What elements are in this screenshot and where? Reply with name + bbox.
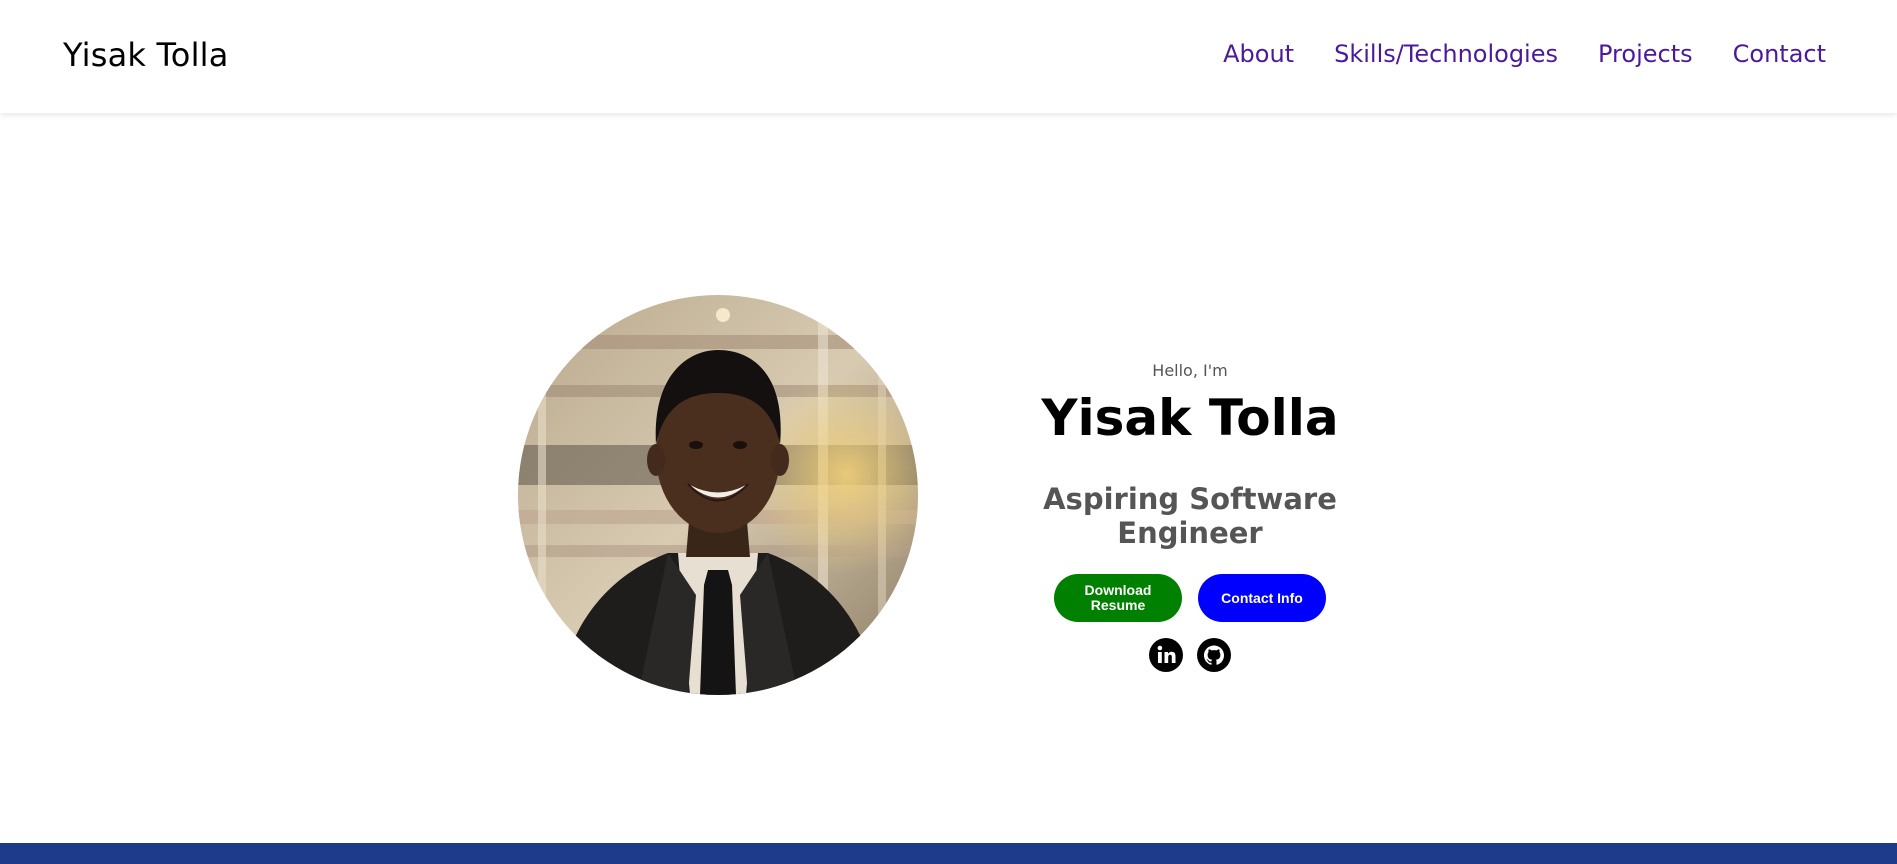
site-logo[interactable]: Yisak Tolla (63, 36, 229, 74)
profile-photo (518, 295, 918, 695)
nav-links: About Skills/Technologies Projects Conta… (1223, 40, 1826, 68)
contact-info-button[interactable]: Contact Info (1198, 574, 1326, 622)
linkedin-icon[interactable] (1149, 638, 1183, 672)
nav-link-contact[interactable]: Contact (1733, 40, 1826, 68)
hero-buttons: Download Resume Contact Info (990, 574, 1390, 622)
nav-link-projects[interactable]: Projects (1598, 40, 1693, 68)
nav-link-about[interactable]: About (1223, 40, 1294, 68)
hero-title: Aspiring Software Engineer (1043, 482, 1337, 550)
intro-block: Hello, I'm Yisak Tolla Aspiring Software… (990, 353, 1390, 672)
profile-portrait-image (518, 295, 918, 695)
nav-link-skills[interactable]: Skills/Technologies (1334, 40, 1558, 68)
social-links (990, 638, 1390, 672)
footer-bar (0, 843, 1897, 864)
hero-section: Hello, I'm Yisak Tolla Aspiring Software… (0, 113, 1897, 843)
navbar: Yisak Tolla About Skills/Technologies Pr… (0, 0, 1897, 113)
github-icon[interactable] (1197, 638, 1231, 672)
download-resume-button[interactable]: Download Resume (1054, 574, 1182, 622)
hero-name: Yisak Tolla (1041, 389, 1339, 447)
greeting-text: Hello, I'm (1152, 361, 1228, 380)
